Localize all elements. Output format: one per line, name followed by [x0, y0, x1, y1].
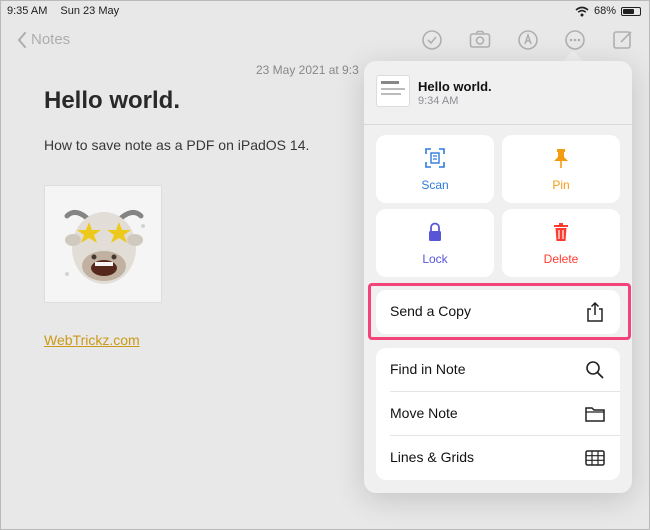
trash-icon — [554, 223, 568, 241]
delete-label: Delete — [543, 252, 579, 266]
pin-icon — [554, 149, 568, 168]
move-note-button[interactable]: Move Note — [376, 392, 620, 436]
find-in-note-label: Find in Note — [390, 361, 466, 377]
scan-label: Scan — [421, 178, 449, 192]
lock-button[interactable]: Lock — [376, 209, 494, 277]
lock-icon — [429, 222, 441, 241]
popover-note-title: Hello world. — [418, 79, 492, 94]
note-options-popover: Hello world. 9:34 AM Scan Pin Lock Delet… — [364, 61, 632, 493]
folder-icon — [585, 407, 605, 422]
lines-grids-label: Lines & Grids — [390, 449, 475, 465]
search-icon — [586, 361, 604, 379]
popover-note-time: 9:34 AM — [418, 95, 459, 107]
popover-header: Hello world. 9:34 AM — [364, 61, 632, 121]
app-window: 9:35 AM Sun 23 May 68% Notes 23 May 2021… — [0, 0, 650, 530]
lines-grids-button[interactable]: Lines & Grids — [376, 436, 620, 480]
scan-button[interactable]: Scan — [376, 135, 494, 203]
scan-icon — [425, 148, 445, 168]
find-in-note-button[interactable]: Find in Note — [376, 348, 620, 392]
pin-label: Pin — [552, 178, 570, 192]
highlight-box — [368, 283, 631, 340]
divider — [364, 124, 632, 125]
delete-button[interactable]: Delete — [502, 209, 620, 277]
note-thumbnail — [376, 75, 410, 107]
move-note-label: Move Note — [390, 405, 458, 421]
lock-label: Lock — [422, 252, 448, 266]
pin-button[interactable]: Pin — [502, 135, 620, 203]
grid-icon — [585, 450, 605, 466]
